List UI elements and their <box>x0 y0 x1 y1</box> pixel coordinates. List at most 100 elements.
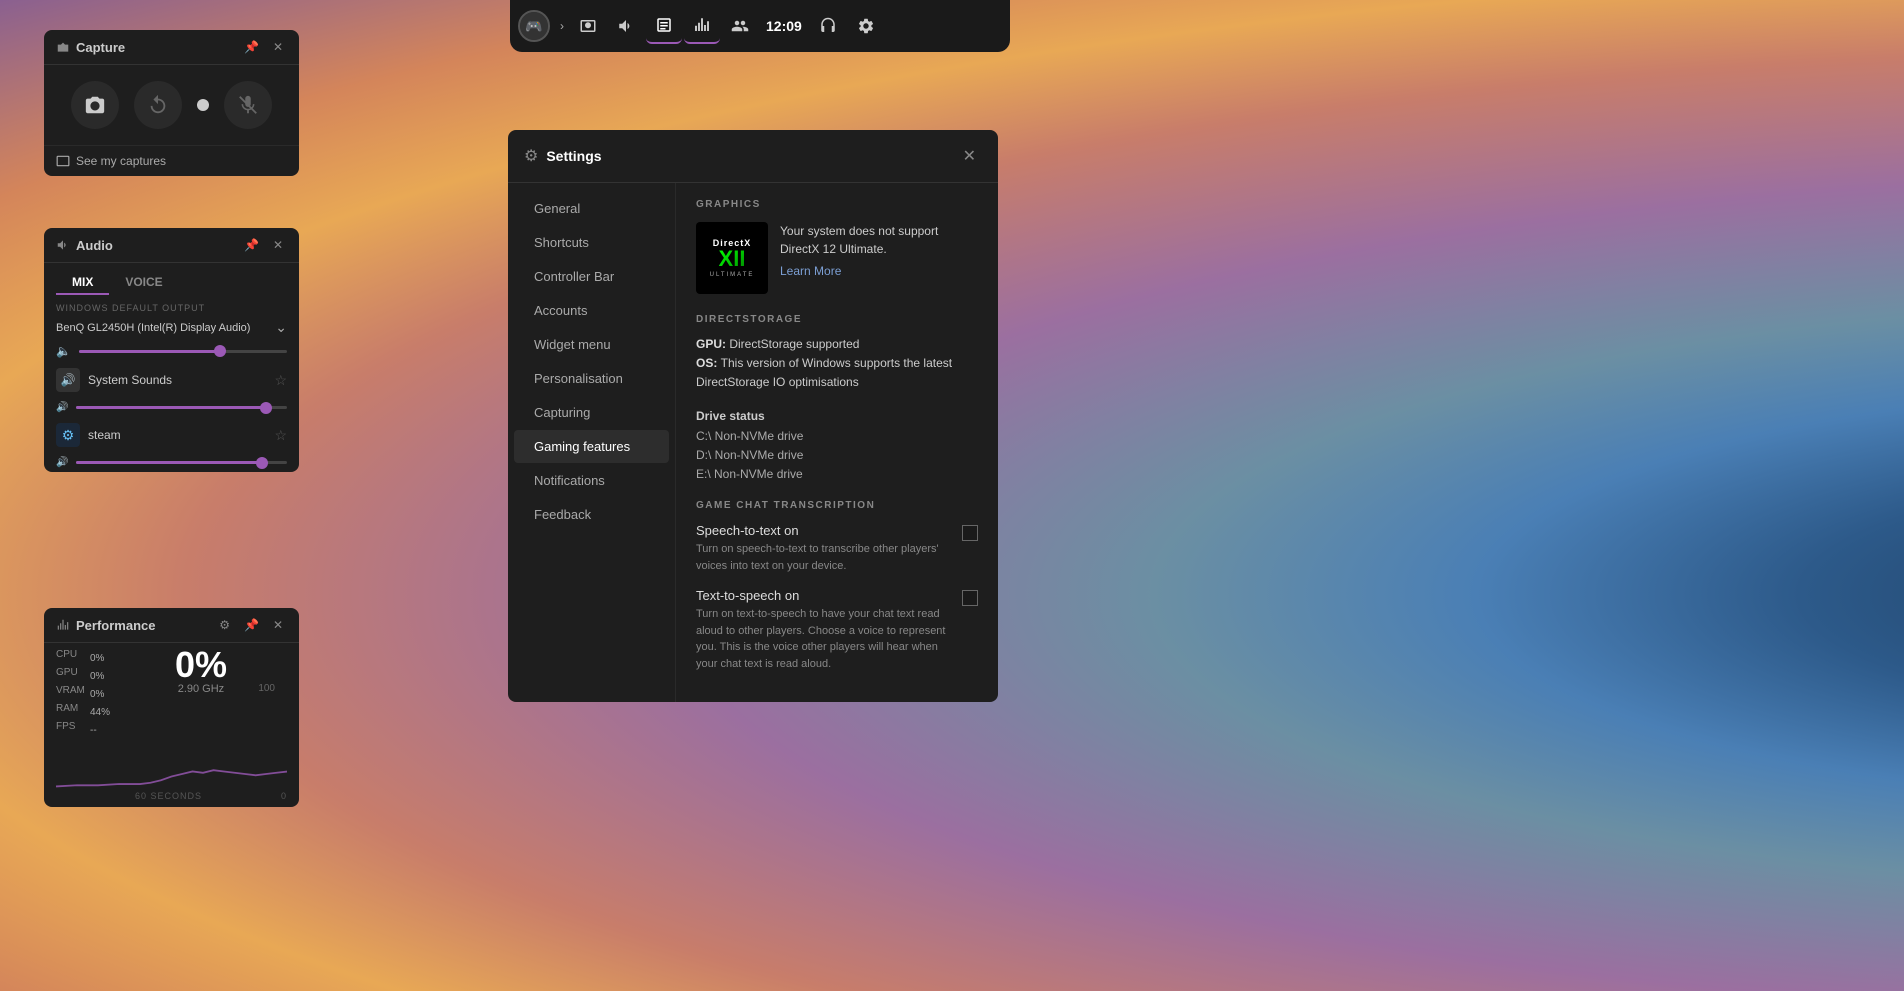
mic-button[interactable] <box>224 81 272 129</box>
system-sounds-star[interactable]: ☆ <box>274 372 287 389</box>
audio-device-row: BenQ GL2450H (Intel(R) Display Audio) ⌄ <box>44 315 299 340</box>
vram-label: VRAM <box>56 683 85 699</box>
retroactive-button[interactable] <box>134 81 182 129</box>
audio-tabs: MIX VOICE <box>44 263 299 295</box>
pin-icon[interactable]: 📌 <box>240 38 263 56</box>
steam-row: ⚙ steam ☆ <box>44 417 299 453</box>
perf-big-area: 0% 2.90 GHz 100 <box>95 647 287 735</box>
system-sounds-row: 🔊 System Sounds ☆ <box>44 362 299 398</box>
ram-label: RAM <box>56 701 85 717</box>
nav-shortcuts[interactable]: Shortcuts <box>514 226 669 259</box>
tts-desc: Turn on text-to-speech to have your chat… <box>696 606 950 672</box>
directx-warning-text: Your system does not support DirectX 12 … <box>780 222 978 258</box>
audio-pin-icon[interactable]: 📌 <box>240 236 263 254</box>
tts-checkbox[interactable] <box>962 590 978 606</box>
nav-accounts[interactable]: Accounts <box>514 294 669 327</box>
perf-chart-label: 60 SECONDS 0 <box>44 789 299 807</box>
perf-settings-icon[interactable]: ⚙ <box>215 616 234 634</box>
directx-logo: DirectX XII ULTIMATE <box>696 222 768 294</box>
nav-controller-bar[interactable]: Controller Bar <box>514 260 669 293</box>
steam-volume-row: 🔊 <box>44 453 299 472</box>
drive-c: C:\ Non-NVMe drive <box>696 427 978 446</box>
chevron-right-icon: › <box>556 19 568 33</box>
capture-header: Capture 📌 ✕ <box>44 30 299 65</box>
capture-icon[interactable] <box>570 8 606 44</box>
perf-title: Performance <box>76 618 209 633</box>
directstorage-section-title: DIRECTSTORAGE <box>696 314 978 325</box>
speech-to-text-text: Speech-to-text on Turn on speech-to-text… <box>696 523 950 574</box>
settings-content: GRAPHICS DirectX XII ULTIMATE Your syste… <box>676 183 998 702</box>
perf-header: Performance ⚙ 📌 ✕ <box>44 608 299 643</box>
steam-star[interactable]: ☆ <box>274 427 287 444</box>
game-bar: 🎮 › 12:09 <box>510 0 1010 52</box>
clock: 12:09 <box>760 18 808 34</box>
learn-more-link[interactable]: Learn More <box>780 264 841 278</box>
nav-general[interactable]: General <box>514 192 669 225</box>
fps-label: FPS <box>56 719 85 735</box>
perf-pin-icon[interactable]: 📌 <box>240 616 263 634</box>
speech-desc: Turn on speech-to-text to transcribe oth… <box>696 541 950 574</box>
camera-icon <box>56 40 70 54</box>
audio-header-icon <box>56 238 70 252</box>
settings-gear-icon: ⚙ <box>524 146 538 166</box>
monitor-icon <box>56 154 70 168</box>
os-label-bold: OS: <box>696 356 721 370</box>
audio-icon[interactable] <box>608 8 644 44</box>
directx-info: Your system does not support DirectX 12 … <box>780 222 978 280</box>
nav-notifications[interactable]: Notifications <box>514 464 669 497</box>
device-volume-track[interactable] <box>79 350 287 353</box>
cpu-label: CPU <box>56 647 85 663</box>
gpu-label-bold: GPU: <box>696 337 729 351</box>
drive-e: E:\ Non-NVMe drive <box>696 465 978 484</box>
overlay-icon[interactable] <box>646 8 682 44</box>
nav-personalisation[interactable]: Personalisation <box>514 362 669 395</box>
steam-volume-track[interactable] <box>76 461 287 464</box>
steam-label: steam <box>88 428 266 442</box>
see-captures-label: See my captures <box>76 154 166 168</box>
device-volume-row: 🔈 <box>44 340 299 362</box>
settings-close-button[interactable]: ✕ <box>957 142 982 170</box>
device-volume-fill <box>79 350 220 353</box>
performance-icon[interactable] <box>684 8 720 44</box>
perf-close-icon[interactable]: ✕ <box>269 616 287 634</box>
friends-icon[interactable] <box>722 8 758 44</box>
headset-icon[interactable] <box>810 8 846 44</box>
system-sounds-label: System Sounds <box>88 373 266 387</box>
gpu-label: GPU <box>56 665 85 681</box>
nav-widget-menu[interactable]: Widget menu <box>514 328 669 361</box>
see-captures-link[interactable]: See my captures <box>44 145 299 176</box>
settings-title: Settings <box>546 148 948 164</box>
performance-panel: Performance ⚙ 📌 ✕ CPU GPU VRAM RAM FPS 0… <box>44 608 299 807</box>
tab-voice[interactable]: VOICE <box>109 271 178 295</box>
audio-title: Audio <box>76 238 234 253</box>
avatar[interactable]: 🎮 <box>518 10 550 42</box>
speech-label: Speech-to-text on <box>696 523 950 538</box>
steam-volume-thumb <box>256 457 268 469</box>
close-icon[interactable]: ✕ <box>269 38 287 56</box>
steam-volume-fill <box>76 461 261 464</box>
perf-labels: CPU GPU VRAM RAM FPS <box>56 647 85 735</box>
directx-card: DirectX XII ULTIMATE Your system does no… <box>696 222 978 294</box>
chart-min-label: 0 <box>281 791 287 801</box>
nav-gaming-features[interactable]: Gaming features <box>514 430 669 463</box>
settings-body: General Shortcuts Controller Bar Account… <box>508 183 998 702</box>
screenshot-button[interactable] <box>71 81 119 129</box>
settings-sidebar: General Shortcuts Controller Bar Account… <box>508 183 676 702</box>
settings-icon[interactable] <box>848 8 884 44</box>
avatar-icon: 🎮 <box>520 12 548 40</box>
audio-header: Audio 📌 ✕ <box>44 228 299 263</box>
perf-chart-svg <box>56 739 287 789</box>
speech-to-text-option: Speech-to-text on Turn on speech-to-text… <box>696 523 978 574</box>
system-volume-track[interactable] <box>76 406 287 409</box>
chart-seconds-label: 60 SECONDS <box>135 791 202 801</box>
nav-feedback[interactable]: Feedback <box>514 498 669 531</box>
speech-checkbox[interactable] <box>962 525 978 541</box>
device-volume-thumb <box>214 345 226 357</box>
audio-device-name: BenQ GL2450H (Intel(R) Display Audio) <box>56 322 269 334</box>
nav-capturing[interactable]: Capturing <box>514 396 669 429</box>
device-dropdown-icon[interactable]: ⌄ <box>275 319 287 336</box>
system-volume-fill <box>76 406 265 409</box>
drive-status-title: Drive status <box>696 409 978 423</box>
tab-mix[interactable]: MIX <box>56 271 109 295</box>
audio-close-icon[interactable]: ✕ <box>269 236 287 254</box>
